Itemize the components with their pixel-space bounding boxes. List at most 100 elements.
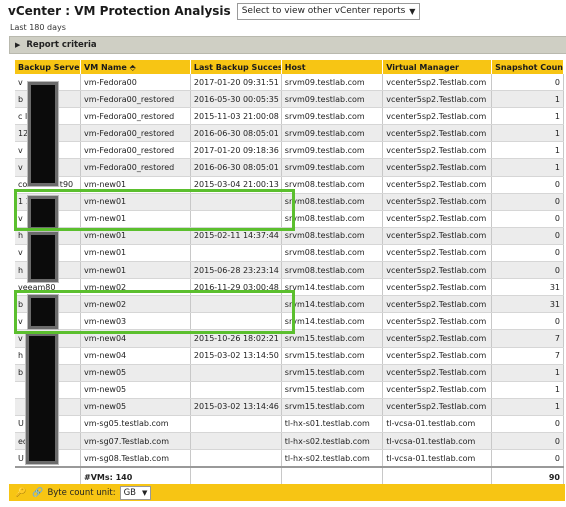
table-cell: 2016-06-30 08:05:01	[190, 124, 282, 143]
table-cell: 0	[491, 261, 564, 280]
table-row[interactable]: vm-new05 srvm15.testlab.com vcenter5sp2.Te…	[15, 381, 564, 399]
table-cell: tl-vcsa-01.testlab.com	[382, 432, 493, 451]
redaction-block	[28, 232, 58, 282]
table-cell: vm-new01	[80, 261, 191, 280]
table-cell: vcenter5sp2.Testlab.com	[382, 90, 493, 109]
table-cell: 2015-03-02 13:14:50	[190, 347, 282, 365]
table-row[interactable]: h vm-new04 2015-03-02 13:14:50 srvm15.testl…	[15, 347, 564, 365]
table-cell: vcenter5sp2.Testlab.com	[382, 107, 493, 126]
table-row[interactable]: Uvm-sg08.Testlab.com tl-hx-s02.testlab.co…	[15, 449, 564, 468]
table-cell: vcenter5sp2.Testlab.com	[382, 398, 493, 416]
table-cell: 0	[491, 312, 564, 331]
table-header-row: Backup Server VM Name ⬘ Last Backup Succes…	[15, 60, 564, 74]
report-criteria-toggle[interactable]: ▶ Report criteria	[9, 36, 566, 54]
table-cell: srvm08.testlab.com	[281, 227, 384, 245]
table-row[interactable]: v vm-Fedora00_restored 2017-01-20 09:18:36…	[15, 141, 564, 160]
column-header[interactable]: Virtual Manager	[382, 60, 493, 74]
table-cell: 7	[491, 347, 564, 365]
table-row[interactable]: 123 vm-Fedora00_restored 2016-06-30 08:05:…	[15, 124, 564, 143]
table-cell: srvm09.testlab.com	[281, 90, 384, 109]
table-row[interactable]: c lt90vm-Fedora00_restored2015-11-03 21:…	[15, 107, 564, 126]
footer-bar: 🔑 🔗 Byte count unit: GB ▼	[9, 484, 565, 501]
table-cell: 2015-03-02 13:14:46	[190, 398, 282, 416]
table-cell: 1	[491, 381, 564, 399]
table-cell: 1	[491, 107, 564, 126]
table-cell: tl-hx-s01.testlab.com	[281, 415, 384, 433]
table-cell: vcenter5sp2.Testlab.com	[382, 227, 493, 245]
table-cell: vcenter5sp2.Testlab.com	[382, 74, 493, 92]
chevron-down-icon: ▼	[409, 6, 416, 16]
table-cell: 1	[491, 398, 564, 416]
table-cell: 2017-01-20 09:31:51	[190, 74, 282, 92]
table-cell: 2016-05-30 00:05:35	[190, 90, 282, 109]
column-header[interactable]: Snapshot Count	[491, 60, 564, 74]
redaction-block	[26, 333, 58, 464]
table-cell	[190, 415, 282, 433]
table-cell: tl-hx-s02.testlab.com	[281, 449, 384, 468]
report-select-label: Select to view other vCenter reports	[241, 6, 406, 16]
table-cell: tl-vcsa-01.testlab.com	[382, 415, 493, 433]
table-cell: vm-Fedora00_restored	[80, 107, 191, 126]
table-cell: srvm08.testlab.com	[281, 176, 384, 194]
link-icon[interactable]: 🔗	[32, 488, 43, 498]
table-cell: vcenter5sp2.Testlab.com	[382, 158, 493, 177]
table-cell: vcenter5sp2.Testlab.com	[382, 295, 493, 314]
table-cell: vm-sg07.Testlab.com	[80, 432, 191, 451]
table-cell: srvm14.testlab.com	[281, 312, 384, 331]
key-icon[interactable]: 🔑	[15, 488, 26, 498]
table-row[interactable]: ed vm-sg07.Testlab.com tl-hx-s02.testlab.c…	[15, 432, 564, 451]
table-cell: 0	[491, 244, 564, 263]
table-row[interactable]: v vm-new01 srvm08.testlab.com vcenter5sp2.T…	[15, 244, 564, 263]
table-row[interactable]: h vm-new01 2015-06-28 23:23:14 srvm08.testl…	[15, 261, 564, 280]
column-header[interactable]: Backup Server	[15, 60, 82, 74]
table-cell: 1	[491, 158, 564, 177]
table-cell: srvm08.testlab.com	[281, 261, 384, 280]
table-cell: srvm09.testlab.com	[281, 124, 384, 143]
table-row[interactable]: v vm-Fedora00 2017-01-20 09:31:51 srvm09.te…	[15, 74, 564, 92]
table-cell	[190, 364, 282, 382]
table-cell: vcenter5sp2.Testlab.com	[382, 124, 493, 143]
table-cell: 0	[491, 227, 564, 245]
table-cell: srvm15.testlab.com	[281, 381, 384, 399]
table-cell: srvm15.testlab.com	[281, 329, 384, 348]
table-cell: 2017-01-20 09:18:36	[190, 141, 282, 160]
byte-unit-select[interactable]: GB ▼	[119, 485, 152, 500]
table-cell: vcenter5sp2.Testlab.com	[382, 261, 493, 280]
report-select[interactable]: Select to view other vCenter reports ▼	[236, 2, 421, 20]
highlight-box	[14, 189, 295, 231]
table-cell: vcenter5sp2.Testlab.com	[382, 141, 493, 160]
table-cell: srvm15.testlab.com	[281, 364, 384, 382]
vm-protection-table: Backup Server VM Name ⬘ Last Backup Succes…	[15, 60, 564, 488]
table-cell: 2015-11-03 21:00:08	[190, 107, 282, 126]
column-header[interactable]: Last Backup Success	[190, 60, 282, 74]
table-cell: tl-hx-s02.testlab.com	[281, 432, 384, 451]
table-cell: 1	[491, 364, 564, 382]
table-cell: vm-new05	[80, 398, 191, 416]
table-cell: srvm15.testlab.com	[281, 398, 384, 416]
table-cell: 31	[491, 295, 564, 314]
table-row[interactable]: U edvm-sg05.testlab.comtl-hx-s01.testlab…	[15, 415, 564, 433]
table-row[interactable]: b vm-Fedora00_restored 2016-05-30 00:05:35…	[15, 90, 564, 109]
table-cell: srvm08.testlab.com	[281, 244, 384, 263]
report-criteria-label: Report criteria	[26, 40, 97, 50]
table-cell: 31	[491, 278, 564, 297]
table-cell: vcenter5sp2.Testlab.com	[382, 329, 493, 348]
table-cell: vm-Fedora00_restored	[80, 90, 191, 109]
table-cell: vm-new05	[80, 364, 191, 382]
table-cell	[190, 432, 282, 451]
table-cell	[190, 244, 282, 263]
table-row[interactable]: b vm-new05 srvm15.testlab.com vcenter5sp2.T…	[15, 364, 564, 382]
table-row[interactable]: v vm-Fedora00_restored 2016-06-30 08:05:01…	[15, 158, 564, 177]
table-cell: 0	[491, 210, 564, 228]
table-cell: 0	[491, 193, 564, 211]
table-row[interactable]: vm-new05 2015-03-02 13:14:46 srvm15.testla…	[15, 398, 564, 416]
column-header[interactable]: Host	[281, 60, 384, 74]
date-range-label: Last 180 days	[10, 23, 66, 32]
table-cell: srvm15.testlab.com	[281, 347, 384, 365]
table-cell: 0	[491, 74, 564, 92]
table-cell: vm-new04	[80, 347, 191, 365]
table-cell: srvm09.testlab.com	[281, 141, 384, 160]
column-header[interactable]: VM Name ⬘	[80, 60, 191, 74]
table-cell: vcenter5sp2.Testlab.com	[382, 193, 493, 211]
table-cell: vm-Fedora00	[80, 74, 191, 92]
